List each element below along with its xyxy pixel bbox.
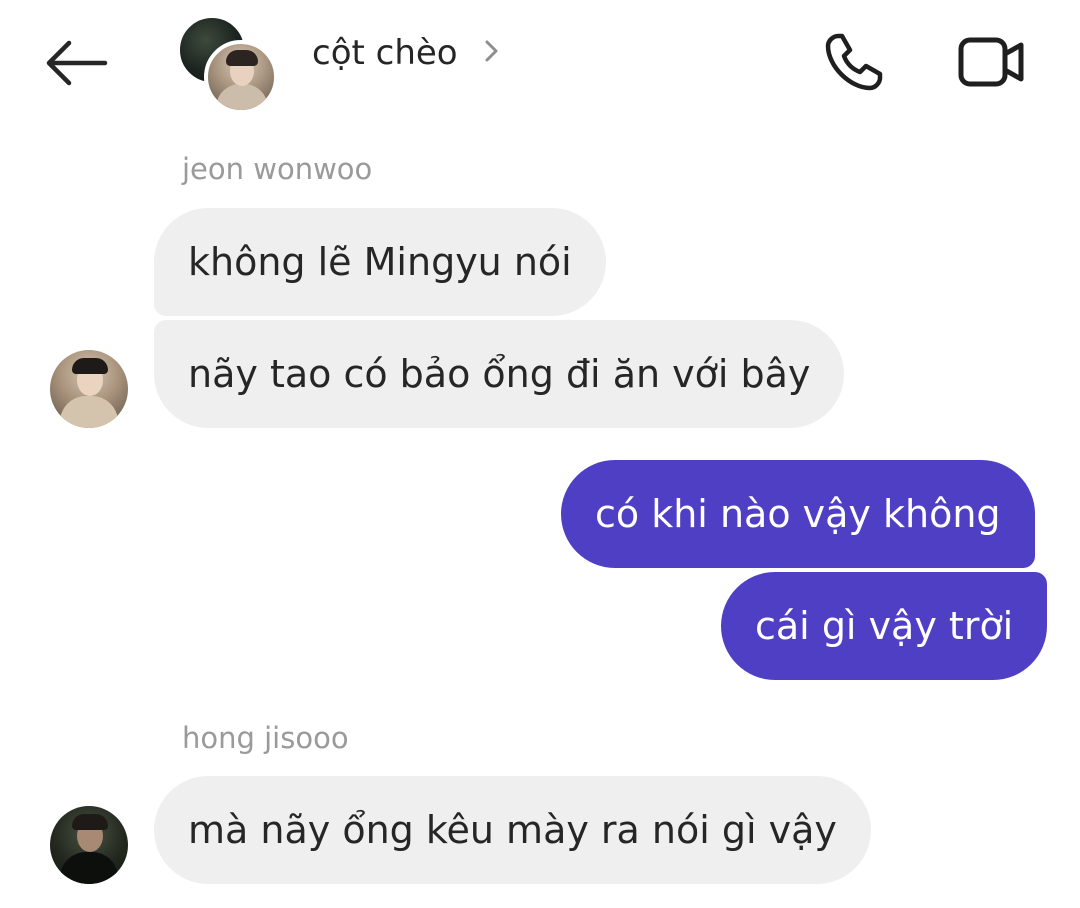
voice-call-button[interactable] bbox=[818, 26, 890, 98]
avatar[interactable] bbox=[50, 806, 128, 884]
message-bubble-incoming[interactable]: nãy tao có bảo ổng đi ăn với bây bbox=[154, 320, 845, 428]
chat-header: cột chèo bbox=[0, 0, 1080, 120]
message-bubble-outgoing[interactable]: có khi nào vậy không bbox=[561, 460, 1035, 568]
back-button[interactable] bbox=[40, 30, 114, 96]
message-bubble-incoming[interactable]: không lẽ Mingyu nói bbox=[154, 208, 606, 316]
message-bubble-incoming[interactable]: mà nãy ổng kêu mày ra nói gì vậy bbox=[154, 776, 871, 884]
chat-title[interactable]: cột chèo bbox=[312, 30, 458, 76]
phone-icon bbox=[825, 33, 883, 91]
sender-name: hong jisooo bbox=[182, 721, 349, 755]
video-camera-icon bbox=[958, 37, 1024, 87]
message-bubble-outgoing[interactable]: cái gì vậy trời bbox=[721, 572, 1048, 680]
group-avatar[interactable] bbox=[176, 14, 278, 114]
sender-name: jeon wonwoo bbox=[182, 152, 373, 186]
avatar[interactable] bbox=[50, 350, 128, 428]
video-call-button[interactable] bbox=[954, 26, 1030, 98]
group-avatar-member-2 bbox=[204, 40, 278, 114]
arrow-left-icon bbox=[46, 40, 108, 86]
chevron-right-icon[interactable] bbox=[482, 34, 502, 68]
